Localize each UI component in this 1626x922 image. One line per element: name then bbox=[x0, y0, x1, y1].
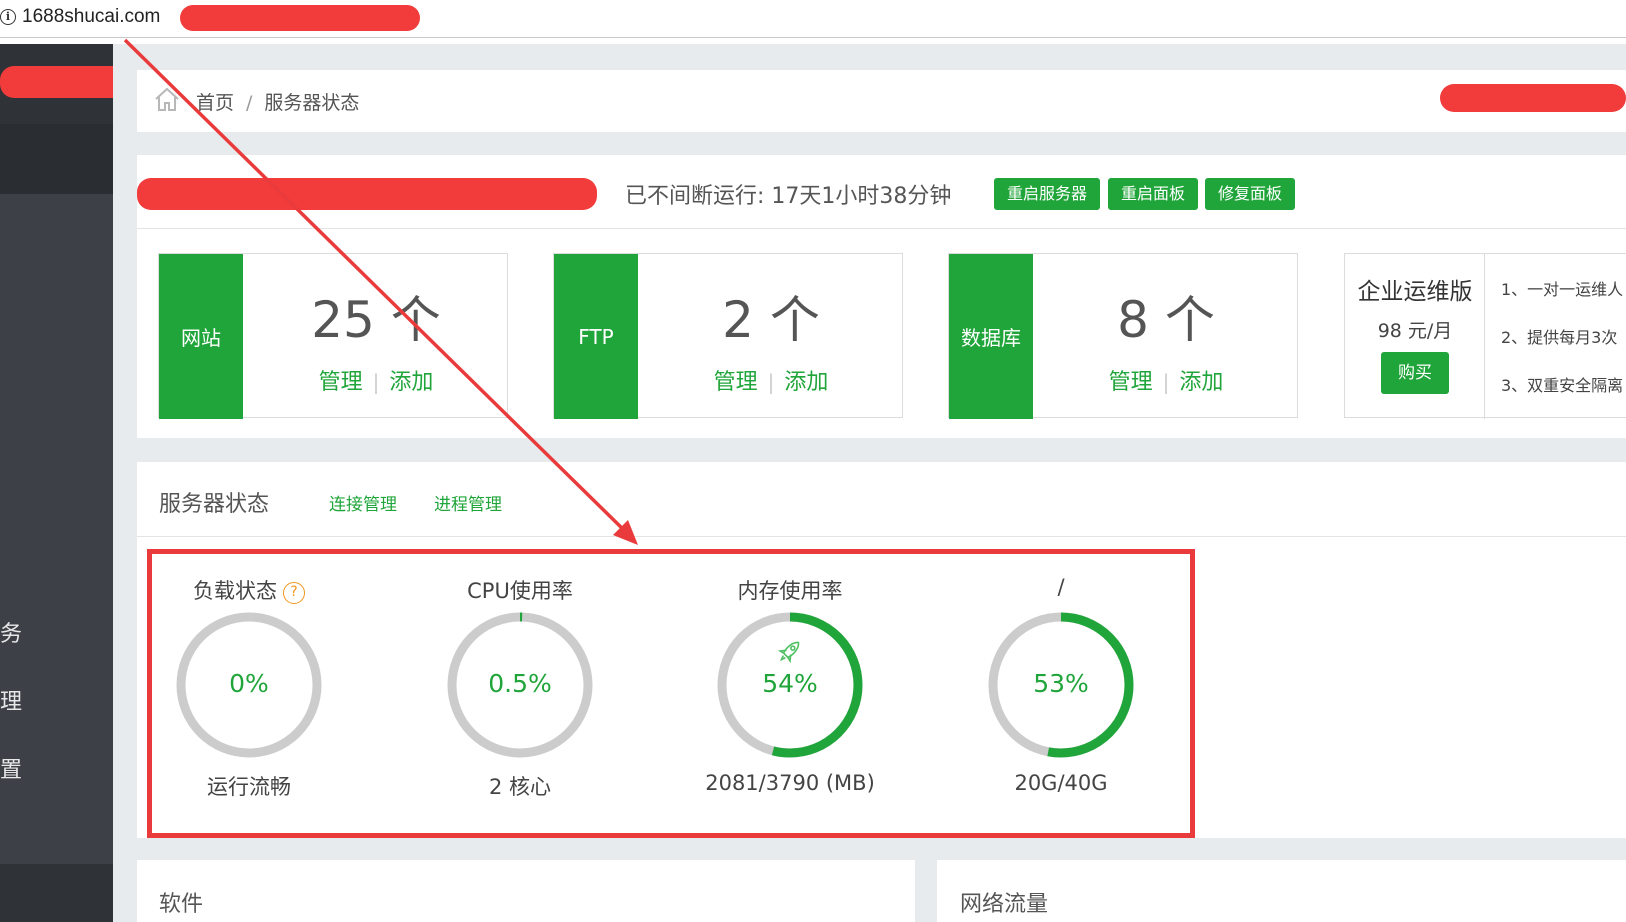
redaction-mark bbox=[180, 5, 420, 31]
stat-card-sites: 网站 25 个 管理 | 添加 bbox=[158, 253, 509, 419]
promo-feature: 1、一对一运维人 bbox=[1501, 280, 1624, 299]
repair-panel-button[interactable]: 修复面板 bbox=[1205, 178, 1295, 210]
promo-summary: 企业运维版 98 元/月 购买 bbox=[1345, 254, 1485, 419]
uptime-text: 已不间断运行: 17天1小时38分钟 bbox=[625, 184, 952, 209]
breadcrumb-current: 服务器状态 bbox=[264, 92, 360, 114]
stat-tag: 网站 bbox=[159, 254, 243, 419]
connection-manage-link[interactable]: 连接管理 bbox=[329, 490, 397, 515]
stat-card-ftp: FTP 2 个 管理 | 添加 bbox=[553, 253, 904, 419]
promo-card: 企业运维版 98 元/月 购买 1、一对一运维人 2、提供每月3次 3、双重安全… bbox=[1344, 253, 1626, 419]
sidebar-footer bbox=[0, 864, 113, 922]
url-text[interactable]: 1688shucai.com bbox=[22, 6, 160, 28]
buy-button[interactable]: 购买 bbox=[1381, 352, 1449, 394]
stat-links: 管理 | 添加 bbox=[638, 364, 904, 396]
annotation-highlight-box bbox=[147, 549, 1195, 838]
stat-links: 管理 | 添加 bbox=[243, 364, 509, 396]
sidebar: 务 理 置 bbox=[0, 44, 113, 922]
stat-links: 管理 | 添加 bbox=[1033, 364, 1299, 396]
sidebar-item-settings[interactable]: 置 bbox=[0, 752, 22, 784]
restart-server-button[interactable]: 重启服务器 bbox=[994, 178, 1100, 210]
home-icon[interactable] bbox=[154, 86, 180, 112]
stat-card-database: 数据库 8 个 管理 | 添加 bbox=[948, 253, 1299, 419]
link-divider: | bbox=[767, 370, 775, 394]
redaction-mark bbox=[137, 178, 597, 210]
link-divider: | bbox=[372, 370, 380, 394]
breadcrumb: 首页 / 服务器状态 bbox=[196, 88, 359, 115]
stat-count: 8 个 bbox=[1117, 291, 1215, 349]
promo-feature: 2、提供每月3次 bbox=[1501, 328, 1618, 347]
network-title: 网络流量 bbox=[960, 892, 1049, 917]
breadcrumb-separator: / bbox=[246, 92, 253, 114]
restart-panel-button[interactable]: 重启面板 bbox=[1108, 178, 1198, 210]
link-divider: | bbox=[1162, 370, 1170, 394]
section-title: 服务器状态 bbox=[159, 492, 270, 517]
promo-title: 企业运维版 bbox=[1357, 279, 1473, 305]
add-link[interactable]: 添加 bbox=[389, 370, 433, 395]
software-panel bbox=[137, 860, 915, 922]
add-link[interactable]: 添加 bbox=[1179, 370, 1223, 395]
sidebar-item-manage[interactable]: 理 bbox=[0, 684, 22, 716]
promo-feature: 3、双重安全隔离 bbox=[1501, 376, 1624, 395]
sidebar-item-active[interactable] bbox=[0, 124, 113, 194]
address-bar[interactable]: i 1688shucai.com bbox=[0, 0, 1626, 38]
promo-price: 98 元/月 bbox=[1377, 320, 1453, 342]
breadcrumb-panel bbox=[137, 70, 1626, 132]
stat-count: 2 个 bbox=[722, 291, 820, 349]
divider bbox=[137, 536, 1626, 537]
manage-link[interactable]: 管理 bbox=[319, 370, 363, 395]
process-manage-link[interactable]: 进程管理 bbox=[434, 490, 502, 515]
sidebar-item-service[interactable]: 务 bbox=[0, 616, 22, 648]
info-icon[interactable]: i bbox=[0, 9, 16, 25]
redaction-mark bbox=[1440, 84, 1626, 112]
stat-tag: 数据库 bbox=[949, 254, 1033, 419]
manage-link[interactable]: 管理 bbox=[1109, 370, 1153, 395]
breadcrumb-home[interactable]: 首页 bbox=[196, 92, 234, 114]
stat-tag: FTP bbox=[554, 254, 638, 419]
divider bbox=[137, 228, 1626, 229]
manage-link[interactable]: 管理 bbox=[714, 370, 758, 395]
stat-count: 25 个 bbox=[311, 291, 441, 349]
software-title: 软件 bbox=[159, 892, 204, 917]
add-link[interactable]: 添加 bbox=[784, 370, 828, 395]
